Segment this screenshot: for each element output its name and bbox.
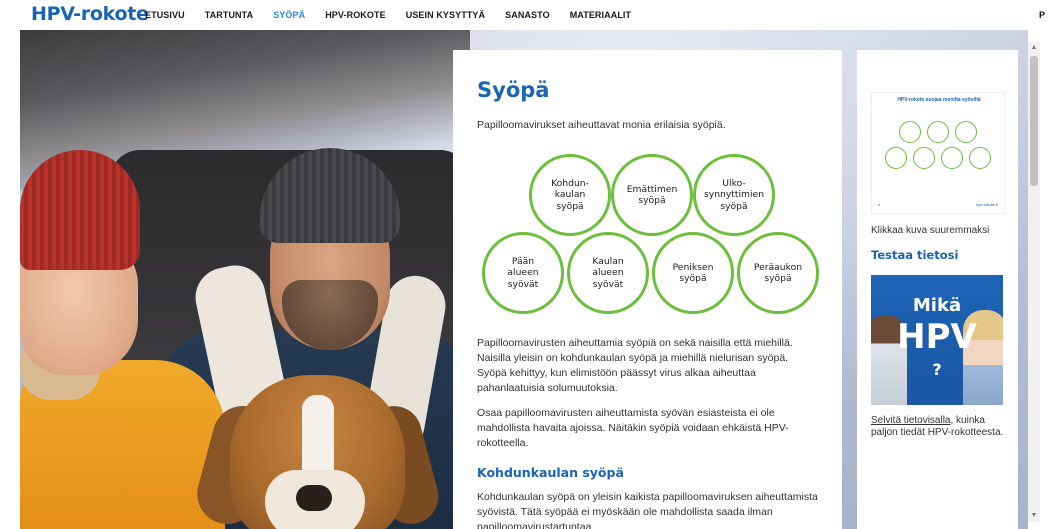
nav-item-usein-kysyttya[interactable]: USEIN KYSYTTYÄ: [406, 10, 485, 20]
circle-peraaukon-syopa: Peräaukon syöpä: [737, 232, 819, 314]
nav-item-truncated[interactable]: P: [1039, 10, 1045, 20]
infographic-thumbnail[interactable]: HPV-rokote suojaa monilta syöviltä ● hpv…: [871, 92, 1005, 214]
scroll-down-icon[interactable]: ▼: [1028, 510, 1040, 522]
nav-item-hpv-rokote[interactable]: HPV-ROKOTE: [325, 10, 386, 20]
body-paragraph-3: Kohdunkaulan syöpä on yleisin kaikista p…: [477, 491, 818, 529]
thumbnail-url: hpv-rokote.fi: [975, 202, 998, 207]
nav-item-tartunta[interactable]: TARTUNTA: [205, 10, 253, 20]
nav-item-etusivu[interactable]: ETUSIVU: [145, 10, 185, 20]
quiz-link[interactable]: Selvitä tietovisalla: [871, 415, 950, 426]
thumbnail-caption: Klikkaa kuva suuremmaksi: [871, 225, 990, 236]
photo-kid-hat: [20, 150, 140, 270]
site-logo[interactable]: HPV-rokote: [31, 3, 149, 25]
circle-kaulan-alueen-syovat: Kaulan alueen syövät: [567, 232, 649, 314]
main-nav: ETUSIVU TARTUNTA SYÖPÄ HPV-ROKOTE USEIN …: [145, 10, 651, 20]
mini-circle: [899, 121, 921, 143]
mini-circle: [969, 147, 991, 169]
quiz-banner-image[interactable]: Mikä HPV ?: [871, 275, 1003, 405]
quiz-banner-line2: HPV: [897, 317, 977, 357]
mini-circle: [913, 147, 935, 169]
photo-dog-nose: [296, 485, 332, 511]
nav-item-materiaalit[interactable]: MATERIAALIT: [570, 10, 631, 20]
scrollbar-thumb[interactable]: [1030, 56, 1038, 186]
nav-item-sanasto[interactable]: SANASTO: [505, 10, 550, 20]
mini-circle: [955, 121, 977, 143]
mini-circle: [885, 147, 907, 169]
main-content-panel: Syöpä Papilloomavirukset aiheuttavat mon…: [453, 50, 842, 529]
side-panel: HPV-rokote suojaa monilta syöviltä ● hpv…: [857, 50, 1018, 529]
nav-item-syopa[interactable]: SYÖPÄ: [273, 10, 305, 20]
circle-peniksen-syopa: Peniksen syöpä: [652, 232, 734, 314]
page-title: Syöpä: [477, 78, 550, 102]
circle-ulkosynnyttimien-syopa: Ulko- synnyttimien syöpä: [693, 154, 775, 236]
mini-circle: [927, 121, 949, 143]
thumbnail-title: HPV-rokote suojaa monilta syöviltä: [897, 97, 981, 103]
mini-circle: [941, 147, 963, 169]
circle-kohdunkaulan-syopa: Kohdun- kaulan syöpä: [529, 154, 611, 236]
page-scrollbar[interactable]: ▲ ▼: [1028, 42, 1040, 522]
quiz-heading: Testaa tietosi: [871, 248, 959, 262]
quiz-banner-line3: ?: [932, 360, 942, 379]
circle-emattimen-syopa: Emättimen syöpä: [611, 154, 693, 236]
quiz-banner-line1: Mikä: [912, 295, 962, 316]
top-navigation: HPV-rokote ETUSIVU TARTUNTA SYÖPÄ HPV-RO…: [0, 0, 1048, 30]
intro-text: Papilloomavirukset aiheuttavat monia eri…: [477, 119, 726, 131]
body-paragraph-1: Papilloomavirusten aiheuttamia syöpiä on…: [477, 337, 793, 394]
body-paragraph-2: Osaa papilloomavirusten aiheuttamista sy…: [477, 407, 789, 449]
thumbnail-logo-icon: ●: [878, 202, 881, 207]
scroll-up-icon[interactable]: ▲: [1028, 42, 1040, 54]
quiz-description: Selvitä tietovisalla, kuinka paljon tied…: [871, 415, 1011, 438]
section-heading-kohdunkaulan-syopa: Kohdunkaulan syöpä: [477, 465, 624, 480]
circle-paan-alueen-syovat: Pään alueen syövät: [482, 232, 564, 314]
cancer-types-diagram: Kohdun- kaulan syöpä Emättimen syöpä Ulk…: [477, 154, 819, 326]
